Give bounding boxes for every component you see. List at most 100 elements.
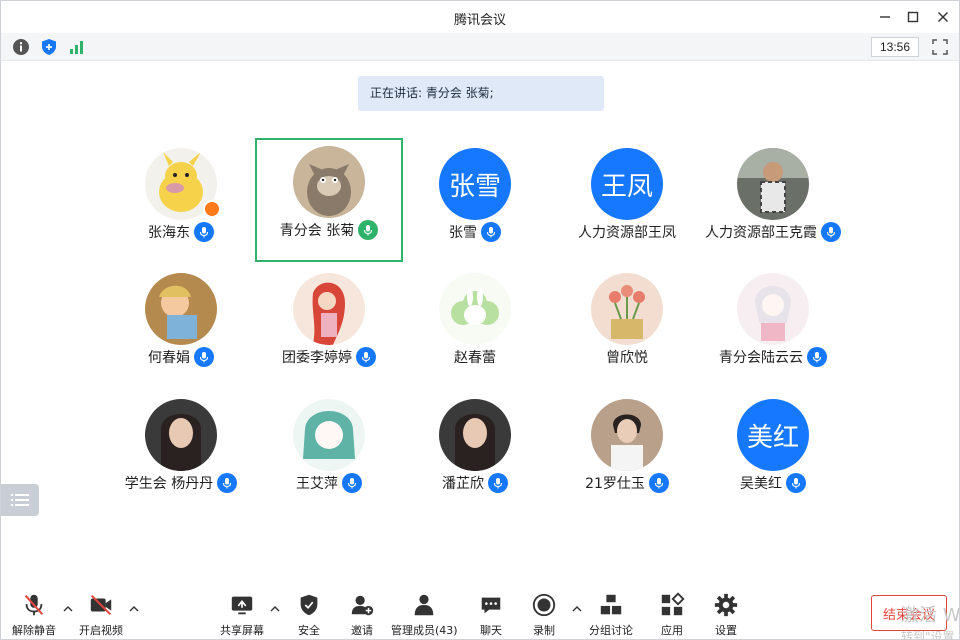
participant-tile[interactable]: 美红 吴美红 [699,389,847,513]
participant-name-row: 赵春蕾 [401,347,549,367]
minimize-icon [880,16,890,18]
maximize-icon [907,11,919,23]
participant-tile[interactable]: 王艾萍 [255,389,403,513]
invite-label: 邀请 [351,624,373,637]
unmute-button[interactable]: 解除静音 [12,591,56,638]
start-video-button[interactable]: 开启视频 [79,591,123,638]
mic-icon [812,352,822,363]
participant-name: 青分会陆云云 [719,350,803,366]
participant-name: 学生会 杨丹丹 [124,476,214,492]
participant-name: 何春娟 [148,350,190,366]
breakout-rooms-button[interactable]: 分组讨论 [589,591,633,638]
chat-button[interactable]: 聊天 [477,591,505,638]
minimize-button[interactable] [875,7,895,27]
participant-tile[interactable]: 人力资源部王克霞 [699,138,847,262]
meeting-info-button[interactable] [12,38,30,56]
apps-grid-icon [661,592,685,616]
unmute-label: 解除静音 [12,624,56,637]
fullscreen-button[interactable] [931,38,949,56]
mic-icon [199,227,209,238]
share-screen-icon [231,596,253,615]
security-status-button[interactable] [40,38,58,56]
network-status-button[interactable] [68,38,86,56]
participant-name-row: 何春娟 [107,347,255,367]
photo-avatar [737,148,809,220]
invite-button[interactable]: 邀请 [348,591,376,638]
signal-bars-icon [70,41,83,54]
girl-photo-avatar [145,399,217,471]
share-options-caret-icon[interactable] [269,603,281,615]
participant-tile[interactable]: 青分会 张菊 [255,138,403,262]
participant-name: 潘芷欣 [442,476,484,492]
mic-status-icon [648,473,669,493]
participant-name-row: 潘芷欣 [401,473,549,493]
settings-button[interactable]: 设置 [712,591,740,638]
chat-bubble-icon [481,597,501,614]
participant-name: 吴美红 [740,476,782,492]
participant-name-row: 吴美红 [699,473,847,493]
breakout-rooms-label: 分组讨论 [589,624,633,637]
security-shield-icon [300,594,318,616]
participant-tile[interactable]: 曾欣悦 [553,263,701,387]
breakout-icon [600,594,622,615]
share-screen-button[interactable]: 共享屏幕 [220,591,264,638]
participant-tile[interactable]: 王凤 人力资源部王凤 [553,138,701,262]
tulips-avatar [591,273,663,345]
participant-name: 团委李婷婷 [282,350,352,366]
participant-name: 王艾萍 [296,476,338,492]
mic-status-icon [821,222,841,242]
meeting-clock: 13:56 [871,37,919,57]
mic-status-icon [786,473,806,493]
video-off-icon [90,594,112,616]
participant-tile[interactable]: 21罗仕玉 [553,389,701,513]
video-options-caret-icon[interactable] [128,603,140,615]
participant-list-toggle[interactable] [1,484,39,516]
mic-icon [654,478,663,489]
record-button[interactable]: 录制 [530,591,558,638]
start-video-label: 开启视频 [79,624,123,637]
record-options-caret-icon[interactable] [571,603,583,615]
invite-user-icon [351,595,374,616]
participant-tile[interactable]: 何春娟 [107,263,255,387]
mic-status-icon [488,473,508,493]
participant-name-row: 张海东 [107,222,255,242]
participant-name: 曾欣悦 [606,350,648,366]
participant-tile[interactable]: 潘芷欣 [401,389,549,513]
record-label: 录制 [533,624,555,637]
participant-tile[interactable]: 张海东 [107,138,255,262]
participant-tile[interactable]: 赵春蕾 [401,263,549,387]
mic-muted-icon [24,594,44,616]
participant-tile[interactable]: 青分会陆云云 [699,263,847,387]
participant-name-row: 人力资源部王克霞 [699,222,847,242]
activation-watermark-sub: 转到"设置 [901,630,955,640]
participant-name-row: 青分会陆云云 [699,347,847,367]
mic-status-icon [356,347,376,367]
participant-name-row: 张雪 [401,222,549,242]
mic-icon [199,352,209,363]
security-button[interactable]: 安全 [295,591,323,638]
text-avatar: 张雪 [439,148,511,220]
audio-options-caret-icon[interactable] [62,603,74,615]
close-button[interactable] [933,7,953,27]
settings-label: 设置 [715,624,737,637]
apps-button[interactable]: 应用 [658,591,686,638]
mermaid-avatar [293,273,365,345]
maximize-button[interactable] [903,7,923,27]
participant-tile[interactable]: 张雪 张雪 [401,138,549,262]
participant-tile[interactable]: 学生会 杨丹丹 [107,389,255,513]
mic-status-icon [194,347,214,367]
participant-tile[interactable]: 团委李婷婷 [255,263,403,387]
mic-icon [361,352,371,363]
mic-status-icon [807,347,827,367]
mic-status-icon [217,473,238,493]
text-avatar: 王凤 [591,148,663,220]
gear-icon [714,593,738,617]
anime-girl-avatar [737,273,809,345]
manage-members-button[interactable]: 管理成员(43) [391,591,458,638]
mic-icon [486,227,496,238]
mic-status-icon [194,222,214,242]
manage-members-label: 管理成员(43) [391,624,458,637]
participant-name-row: 青分会 张菊 [257,220,401,240]
chat-label: 聊天 [480,624,502,637]
participant-name-row: 曾欣悦 [553,347,701,367]
